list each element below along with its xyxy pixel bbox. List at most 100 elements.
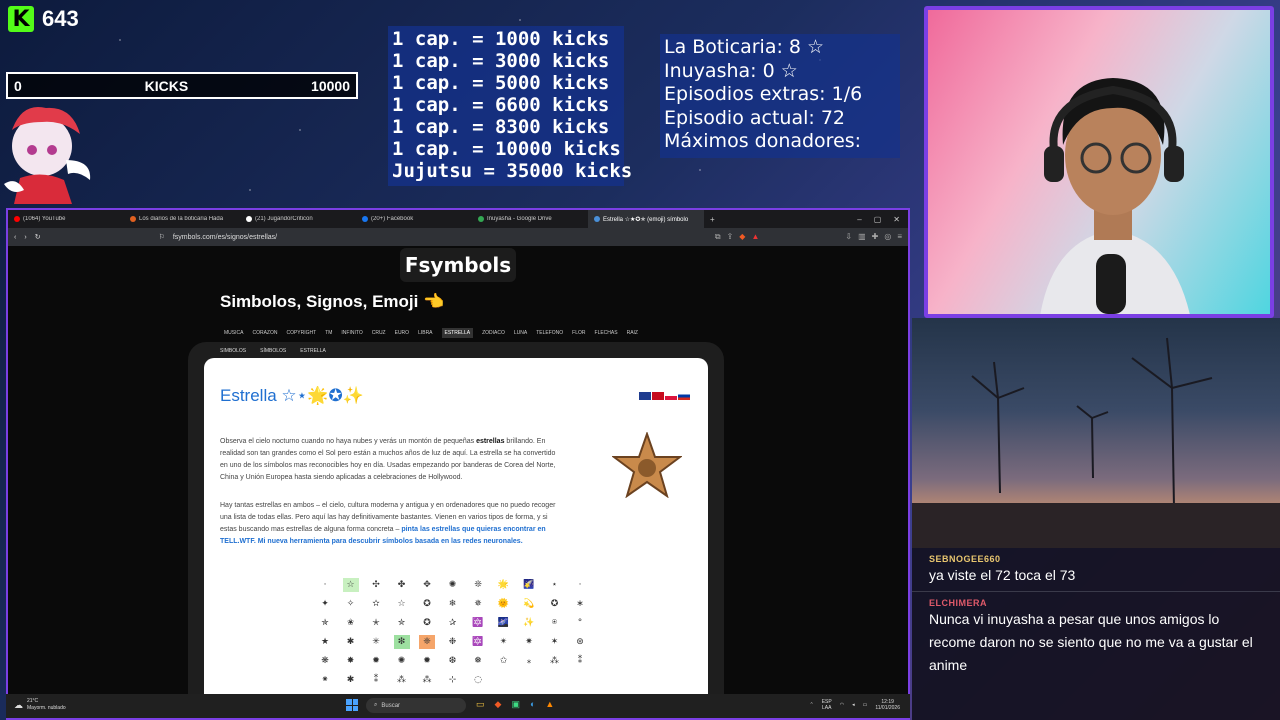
symbol-cell[interactable]: ✫ xyxy=(368,597,384,611)
symbol-cell[interactable]: ✱ xyxy=(343,635,359,649)
app-icon[interactable]: ▣ xyxy=(511,699,520,710)
category-link[interactable]: EURO xyxy=(395,330,409,338)
breadcrumb-item[interactable]: ESTRELLA xyxy=(300,348,326,354)
symbol-cell[interactable]: ❉ xyxy=(445,635,461,649)
symbol-cell[interactable]: ❇ xyxy=(393,635,410,649)
symbol-cell[interactable]: ✴ xyxy=(496,635,512,649)
symbol-cell[interactable]: · xyxy=(572,578,588,592)
close-icon[interactable]: ✕ xyxy=(893,215,900,224)
symbol-cell[interactable]: ✣ xyxy=(368,578,384,592)
symbol-cell[interactable]: · xyxy=(317,578,333,592)
symbol-cell[interactable]: ✬ xyxy=(343,616,359,630)
chevron-up-icon[interactable]: ⌃ xyxy=(810,702,814,708)
symbol-cell[interactable]: ✺ xyxy=(445,578,461,592)
symbol-cell[interactable]: ❄ xyxy=(445,597,461,611)
symbol-cell[interactable]: ✮ xyxy=(394,616,410,630)
breadcrumb-item[interactable]: SIMBOLOS xyxy=(220,348,246,354)
symbol-cell[interactable]: 🔯 xyxy=(470,635,486,649)
flag-ru-icon[interactable] xyxy=(678,392,690,400)
symbol-cell[interactable]: ✪ xyxy=(419,597,435,611)
category-link[interactable]: LIBRA xyxy=(418,330,432,338)
weather-widget[interactable]: ☁ 21°C Mayorm. nublado xyxy=(14,698,66,712)
tab-youtube[interactable]: (1064) YouTube xyxy=(8,216,124,222)
symbol-cell[interactable]: ✺ xyxy=(394,654,410,668)
symbol-cell[interactable]: ⁑ xyxy=(572,654,588,668)
symbol-cell[interactable]: ✤ xyxy=(394,578,410,592)
file-explorer-icon[interactable]: ▭ xyxy=(476,699,485,710)
flag-pl-icon[interactable] xyxy=(665,392,677,400)
symbol-cell[interactable]: ✵ xyxy=(470,597,486,611)
symbol-cell[interactable]: ❋ xyxy=(317,654,333,668)
symbol-cell[interactable]: 💫 xyxy=(521,597,537,611)
category-link[interactable]: TELEFONO xyxy=(536,330,563,338)
extensions-icon[interactable]: ✚ xyxy=(872,232,879,242)
category-link[interactable]: INFINITO xyxy=(341,330,362,338)
symbol-cell[interactable]: ★ xyxy=(317,635,333,649)
symbol-cell[interactable]: ✱ xyxy=(343,673,359,687)
symbol-cell[interactable]: ⁑ xyxy=(368,673,384,687)
symbol-cell[interactable]: ✧ xyxy=(343,597,359,611)
symbol-cell[interactable]: ✹ xyxy=(419,654,435,668)
symbol-cell[interactable]: ✷ xyxy=(521,635,537,649)
symbol-cell[interactable]: ° xyxy=(572,616,588,630)
tab-facebook[interactable]: (20+) Facebook xyxy=(356,216,472,222)
symbol-cell[interactable]: ❊ xyxy=(470,578,486,592)
symbol-cell[interactable]: ❅ xyxy=(470,654,486,668)
address-bar[interactable]: fsymbols.com/es/signos/estrellas/ xyxy=(173,234,277,241)
symbol-cell[interactable]: ☆ xyxy=(394,597,410,611)
symbol-cell[interactable]: ✭ xyxy=(368,616,384,630)
windows-start-icon[interactable] xyxy=(346,699,358,711)
site-logo[interactable]: Fsymbols xyxy=(400,248,516,282)
category-link[interactable]: ZODIACO xyxy=(482,330,505,338)
symbol-cell[interactable]: 🌞 xyxy=(496,597,512,611)
symbol-cell[interactable]: ✳ xyxy=(368,635,384,649)
share-icon[interactable]: ⇪ xyxy=(727,232,734,242)
symbol-cell[interactable]: 🔯 xyxy=(470,616,486,630)
flag-uk-icon[interactable] xyxy=(639,392,651,400)
symbol-cell[interactable]: ✥ xyxy=(419,578,435,592)
download-icon[interactable]: ⇩ xyxy=(845,232,852,242)
symbol-cell[interactable]: ⊛ xyxy=(572,635,588,649)
symbol-cell[interactable]: ☆ xyxy=(342,578,359,592)
symbol-cell[interactable]: ✸ xyxy=(343,654,359,668)
symbol-cell[interactable]: ∗ xyxy=(572,597,588,611)
symbol-cell[interactable]: ✶ xyxy=(547,635,563,649)
bookmark-icon[interactable]: ⚐ xyxy=(159,233,165,241)
breadcrumb-item[interactable]: SÍMBOLOS xyxy=(260,348,286,354)
symbol-cell[interactable]: ✰ xyxy=(445,616,461,630)
tab-estrella[interactable]: Estrella ☆★✪✯ (emoji) símbolo xyxy=(588,210,704,228)
symbol-cell[interactable]: ❆ xyxy=(445,654,461,668)
category-link[interactable]: FLECHAS xyxy=(595,330,618,338)
symbol-cell[interactable]: 🌟 xyxy=(496,578,512,592)
symbol-cell[interactable]: ✹ xyxy=(368,654,384,668)
brave-icon[interactable]: ◆ xyxy=(495,699,502,710)
category-link[interactable]: FLOR xyxy=(572,330,585,338)
translate-icon[interactable]: ⧉ xyxy=(715,232,721,242)
symbol-cell[interactable]: ⁕ xyxy=(317,673,333,687)
symbol-cell[interactable]: ✪ xyxy=(547,597,563,611)
category-link[interactable]: RAIZ xyxy=(627,330,638,338)
edge-icon[interactable]: ◐ xyxy=(530,699,535,710)
symbol-cell[interactable]: ✪ xyxy=(419,616,435,630)
category-link[interactable]: CORAZON xyxy=(252,330,277,338)
category-link[interactable]: MUSICA xyxy=(224,330,243,338)
symbol-cell[interactable]: ✩ xyxy=(496,654,512,668)
symbol-cell[interactable]: ⋆ xyxy=(547,578,563,592)
library-icon[interactable]: ▥ xyxy=(858,232,866,242)
wallet-icon[interactable]: ◎ xyxy=(884,232,891,242)
rewards-icon[interactable]: ▲ xyxy=(751,232,759,242)
vlc-icon[interactable]: ▲ xyxy=(545,699,554,710)
tab-x[interactable]: (21) JugandorCriticon xyxy=(240,216,356,222)
symbol-cell[interactable]: ⍟ xyxy=(547,616,563,630)
symbol-cell[interactable]: 🌌 xyxy=(496,616,512,630)
symbol-cell[interactable]: ⁎ xyxy=(521,654,537,668)
back-icon[interactable]: ‹ xyxy=(14,234,16,241)
symbol-cell[interactable]: ◌ xyxy=(470,673,486,687)
taskbar-search[interactable]: ⌕ Buscar xyxy=(366,698,466,713)
brave-shield-icon[interactable]: ◆ xyxy=(739,232,745,242)
symbol-cell[interactable]: ✨ xyxy=(521,616,537,630)
menu-icon[interactable]: ≡ xyxy=(897,232,902,242)
category-link[interactable]: COPYRIGHT xyxy=(286,330,316,338)
symbol-cell[interactable]: 🌠 xyxy=(521,578,537,592)
reload-icon[interactable]: ↻ xyxy=(35,233,41,241)
